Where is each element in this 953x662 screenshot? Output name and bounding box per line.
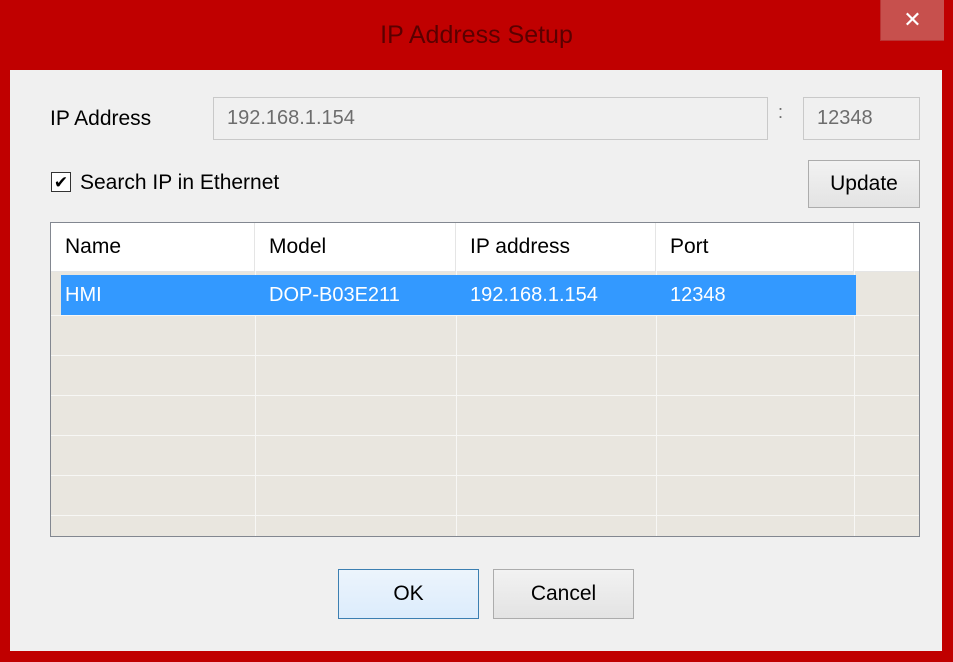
ip-address-label: IP Address xyxy=(50,107,152,130)
close-icon: ✕ xyxy=(903,7,922,32)
cancel-button[interactable]: Cancel xyxy=(493,569,634,619)
close-button[interactable]: ✕ xyxy=(880,0,944,41)
grid-line xyxy=(51,515,919,516)
cell-model[interactable]: DOP-B03E211 xyxy=(255,275,456,315)
search-ethernet-checkbox[interactable]: ✔ xyxy=(51,172,71,192)
device-list[interactable]: Name Model IP address Port HMI DOP-B03E2… xyxy=(50,222,920,537)
search-ethernet-label[interactable]: Search IP in Ethernet xyxy=(80,171,279,195)
checkmark-icon: ✔ xyxy=(53,172,69,192)
title-bar[interactable]: IP Address Setup ✕ xyxy=(0,0,953,70)
column-header-name[interactable]: Name xyxy=(51,223,255,271)
list-header: Name Model IP address Port xyxy=(51,223,919,272)
cell-ip-address[interactable]: 192.168.1.154 xyxy=(456,275,656,315)
port-separator: : xyxy=(778,102,784,122)
column-header-model[interactable]: Model xyxy=(255,223,456,271)
grid-line xyxy=(51,315,919,316)
port-field[interactable]: 12348 xyxy=(803,97,920,140)
ip-address-setup-dialog: IP Address Setup ✕ IP Address 192.168.1.… xyxy=(0,0,953,662)
grid-line xyxy=(51,395,919,396)
update-button[interactable]: Update xyxy=(808,160,920,208)
cell-name[interactable]: HMI xyxy=(51,275,255,315)
grid-line xyxy=(51,475,919,476)
ip-address-field[interactable]: 192.168.1.154 xyxy=(213,97,768,140)
ok-button[interactable]: OK xyxy=(338,569,479,619)
column-header-port[interactable]: Port xyxy=(656,223,854,271)
grid-line xyxy=(51,355,919,356)
window-title: IP Address Setup xyxy=(380,21,573,49)
grid-line xyxy=(51,435,919,436)
cell-port[interactable]: 12348 xyxy=(656,275,854,315)
column-header-ip-address[interactable]: IP address xyxy=(456,223,656,271)
